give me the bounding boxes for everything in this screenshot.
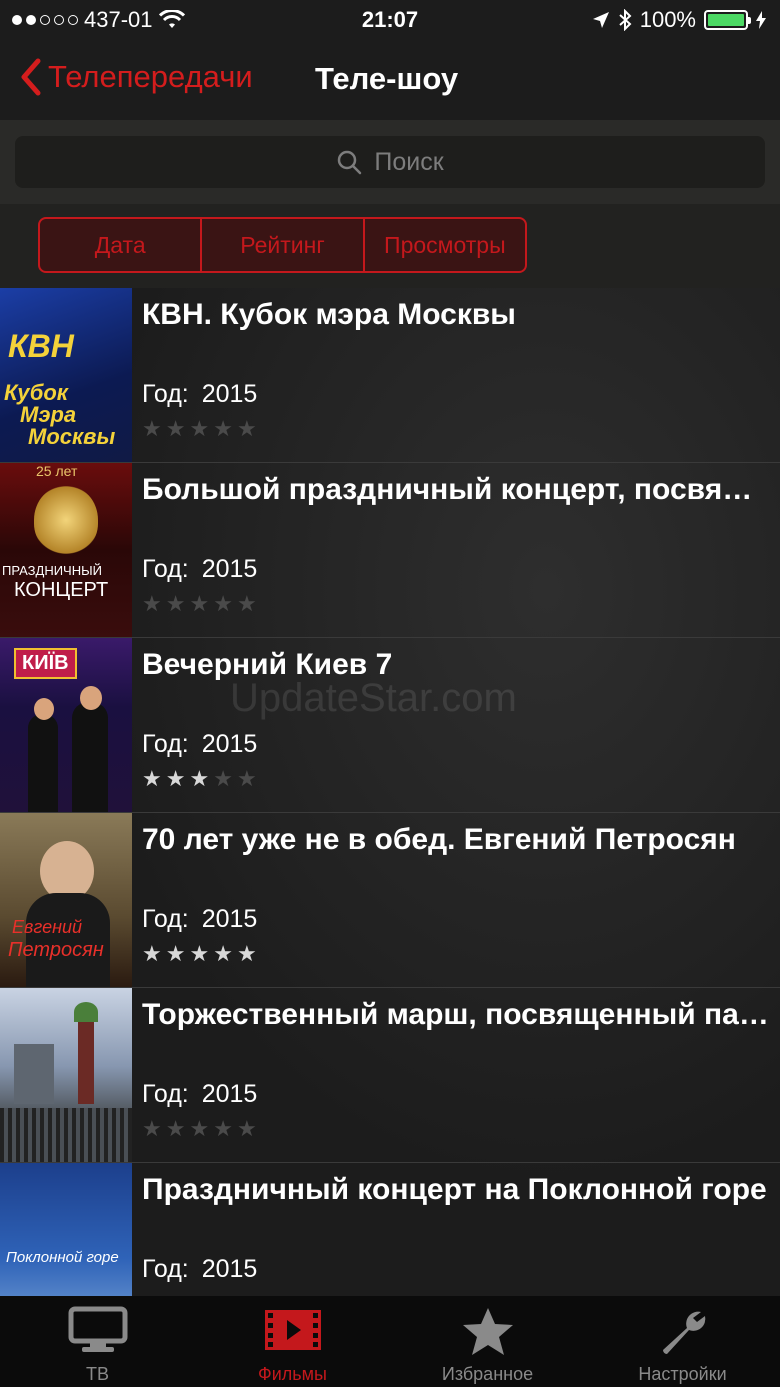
star-empty-icon: ★ xyxy=(236,591,257,616)
sort-date-button[interactable]: Дата xyxy=(40,219,203,271)
search-icon xyxy=(338,150,362,175)
bluetooth-icon xyxy=(619,9,632,31)
chevron-left-icon xyxy=(21,58,41,96)
star-filled-icon: ★ xyxy=(189,941,210,966)
rating-stars: ★ ★ ★ ★ ★ xyxy=(142,768,257,790)
star-filled-icon: ★ xyxy=(213,941,233,966)
tab-favorites[interactable]: Избранное xyxy=(390,1296,585,1387)
location-arrow-icon xyxy=(592,12,609,28)
tab-label: Фильмы xyxy=(258,1364,327,1384)
item-title: Большой праздничный концерт, посвященный… xyxy=(142,473,772,506)
star-filled-icon: ★ xyxy=(189,766,210,791)
sort-views-button[interactable]: Просмотры xyxy=(365,219,525,271)
show-list: КВН Кубок Мэра Москвы КВН. Кубок мэра Мо… xyxy=(0,288,780,1296)
item-title: Торжественный марш, посвященный параду xyxy=(142,998,772,1031)
star-empty-icon: ★ xyxy=(236,416,257,441)
list-item[interactable]: Поклонной горе Праздничный концерт на По… xyxy=(0,1163,780,1296)
star-filled-icon: ★ xyxy=(142,766,162,791)
list-item[interactable]: Торжественный марш, посвященный параду Г… xyxy=(0,988,780,1163)
star-empty-icon: ★ xyxy=(213,416,233,441)
star-empty-icon: ★ xyxy=(165,591,186,616)
tab-tv[interactable]: ТВ xyxy=(0,1296,195,1387)
list-item[interactable]: 25 лет ПРАЗДНИЧНЫЙ КОНЦЕРТ Большой празд… xyxy=(0,463,780,638)
tab-label: Настройки xyxy=(638,1364,727,1384)
star-empty-icon: ★ xyxy=(236,766,257,791)
tab-bar: ТВ Фильмы Избранное Настройки xyxy=(0,1296,780,1387)
list-item[interactable]: КИЇВ Вечерний Киев 7 Год: 2015 ★ ★ ★ ★ ★ xyxy=(0,638,780,813)
rating-stars: ★ ★ ★ ★ ★ xyxy=(142,943,257,965)
item-year: Год: 2015 xyxy=(142,555,258,583)
page-title: Теле-шоу xyxy=(315,61,459,96)
star-filled-icon: ★ xyxy=(142,941,162,966)
star-empty-icon: ★ xyxy=(189,591,210,616)
sort-rating-button[interactable]: Рейтинг xyxy=(202,219,365,271)
item-year: Год: 2015 xyxy=(142,1255,258,1283)
list-item[interactable]: КВН Кубок Мэра Москвы КВН. Кубок мэра Мо… xyxy=(0,288,780,463)
star-empty-icon: ★ xyxy=(213,1116,233,1141)
item-title: Праздничный концерт на Поклонной горе xyxy=(142,1173,767,1206)
battery-percent: 100% xyxy=(639,7,696,32)
star-empty-icon: ★ xyxy=(142,591,162,616)
list-item[interactable]: Евгений Петросян 70 лет уже не в обед. Е… xyxy=(0,813,780,988)
rating-stars: ★ ★ ★ ★ ★ xyxy=(142,593,257,615)
rating-stars: ★ ★ ★ ★ ★ xyxy=(142,1118,257,1140)
star-filled-icon: ★ xyxy=(236,941,257,966)
search-bar: Поиск xyxy=(0,120,780,204)
item-title: 70 лет уже не в обед. Евгений Петросян xyxy=(142,823,736,856)
sort-bar: Дата Рейтинг Просмотры xyxy=(0,204,780,288)
wrench-icon xyxy=(662,1311,705,1354)
tab-label: Избранное xyxy=(441,1364,534,1384)
sort-segmented-control: Дата Рейтинг Просмотры xyxy=(38,217,527,273)
star-empty-icon: ★ xyxy=(213,591,233,616)
star-filled-icon: ★ xyxy=(165,941,186,966)
star-empty-icon: ★ xyxy=(142,1116,162,1141)
poster-image: 25 лет ПРАЗДНИЧНЫЙ КОНЦЕРТ xyxy=(0,463,132,637)
rating-stars: ★ ★ ★ ★ ★ xyxy=(142,418,257,440)
star-empty-icon: ★ xyxy=(213,766,233,791)
item-title: КВН. Кубок мэра Москвы xyxy=(142,298,516,331)
item-year: Год: 2015 xyxy=(142,905,258,933)
star-empty-icon: ★ xyxy=(189,1116,210,1141)
star-filled-icon: ★ xyxy=(165,766,186,791)
film-icon xyxy=(264,1310,321,1350)
poster-image: КВН Кубок Мэра Москвы xyxy=(0,288,132,462)
status-right: 100% xyxy=(592,7,766,33)
search-input[interactable]: Поиск xyxy=(15,136,765,188)
item-year: Год: 2015 xyxy=(142,380,258,408)
status-bar: 437-01 21:07 100% xyxy=(0,0,780,40)
charging-bolt-icon xyxy=(756,11,766,29)
battery-icon xyxy=(704,10,751,30)
navigation-bar: Телепередачи Теле-шоу xyxy=(0,40,780,120)
poster-image xyxy=(0,988,132,1162)
item-year: Год: 2015 xyxy=(142,730,258,758)
tab-films[interactable]: Фильмы xyxy=(195,1296,390,1387)
watermark: UpdateStar.com xyxy=(230,676,517,720)
back-button[interactable]: Телепередачи xyxy=(20,58,253,96)
star-empty-icon: ★ xyxy=(189,416,210,441)
tab-settings[interactable]: Настройки xyxy=(585,1296,780,1387)
poster-image: Поклонной горе xyxy=(0,1163,132,1296)
poster-image: КИЇВ xyxy=(0,638,132,812)
search-placeholder: Поиск xyxy=(374,147,444,176)
star-empty-icon: ★ xyxy=(165,1116,186,1141)
star-empty-icon: ★ xyxy=(165,416,186,441)
star-empty-icon: ★ xyxy=(142,416,162,441)
star-icon xyxy=(462,1308,513,1355)
star-empty-icon: ★ xyxy=(236,1116,257,1141)
tv-icon xyxy=(68,1306,127,1352)
item-year: Год: 2015 xyxy=(142,1080,258,1108)
back-label: Телепередачи xyxy=(48,59,253,94)
poster-image: Евгений Петросян xyxy=(0,813,132,987)
tab-label: ТВ xyxy=(85,1364,109,1384)
